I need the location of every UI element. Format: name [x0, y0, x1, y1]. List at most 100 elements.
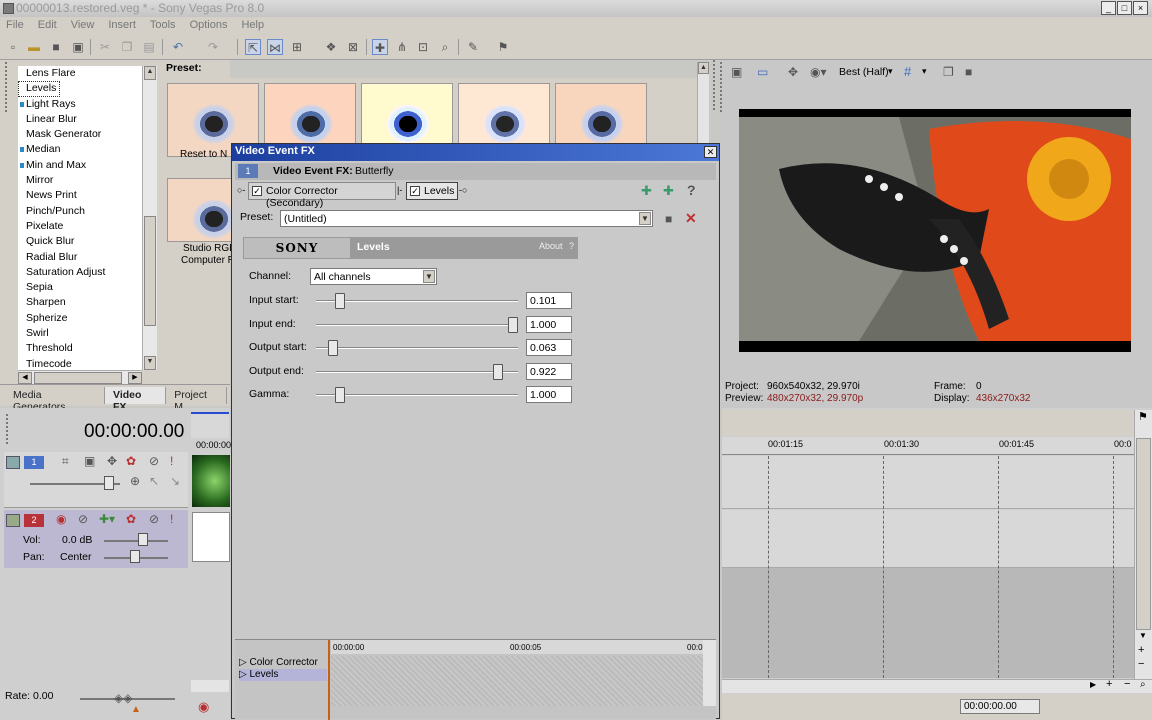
timeline-hscrollbar[interactable]: ▶ + − ⌕	[722, 678, 1152, 693]
maximize-button[interactable]: □	[1117, 1, 1132, 15]
expand-icon[interactable]: ▷	[239, 669, 249, 680]
preview-quality-dropdown[interactable]: Best (Half)	[839, 66, 889, 78]
list-item[interactable]: Min and Max	[18, 158, 142, 173]
list-item[interactable]: Mask Generator	[18, 127, 142, 142]
marker-bar[interactable]	[722, 410, 1134, 436]
preset-scrollbar[interactable]: ▲	[697, 62, 709, 146]
cut-icon[interactable]: ✂	[97, 39, 113, 55]
overlays-icon[interactable]: #	[904, 64, 911, 79]
slider-thumb[interactable]	[335, 387, 346, 403]
split-screen-icon[interactable]: ◉▾	[810, 65, 827, 79]
menu-help[interactable]: Help	[241, 19, 264, 35]
chevron-down-icon[interactable]: ▼	[639, 212, 651, 225]
param-value-field[interactable]: 0.101	[526, 292, 572, 309]
menu-tools[interactable]: Tools	[150, 19, 176, 35]
keyframe-row-label[interactable]: ▷ Levels	[239, 669, 327, 681]
scroll-down-icon[interactable]: ▼	[144, 356, 156, 370]
list-item[interactable]: Pixelate	[18, 219, 142, 234]
new-file-icon[interactable]: ▫	[5, 39, 21, 55]
list-item[interactable]: Timecode	[18, 357, 142, 370]
motion-icon[interactable]: ⌗	[62, 454, 69, 469]
checkbox-icon[interactable]: ✓	[252, 186, 262, 196]
chain-plugin-button[interactable]: ✓ Color Corrector (Secondary)	[248, 182, 396, 209]
menu-file[interactable]: File	[6, 19, 24, 35]
scroll-right-icon[interactable]: ▶	[128, 372, 142, 384]
invert-phase-icon[interactable]: ⊘	[78, 512, 88, 526]
fx-list-hscrollbar[interactable]: ◀ ▶	[18, 370, 142, 384]
about-link[interactable]: About	[539, 241, 563, 251]
video-track-lane[interactable]	[722, 456, 1134, 509]
timeline-ruler[interactable]: 00:01:15 00:01:30 00:01:45 00:0	[722, 437, 1134, 455]
minimize-button[interactable]: _	[1101, 1, 1116, 15]
param-value-field[interactable]: 0.063	[526, 339, 572, 356]
list-item[interactable]: Sepia	[18, 280, 142, 295]
list-item[interactable]: Light Rays	[18, 97, 142, 112]
render-icon[interactable]: ▣	[70, 39, 86, 55]
list-item[interactable]: Linear Blur	[18, 112, 142, 127]
copy-icon[interactable]: ❐	[119, 39, 135, 55]
remove-plugin-icon[interactable]: ✚	[663, 183, 674, 199]
preset-dropdown[interactable]: (Untitled)	[280, 210, 653, 227]
tab-project-media[interactable]: Project M	[166, 387, 227, 413]
menu-edit[interactable]: Edit	[38, 19, 57, 35]
track-fx-icon[interactable]: ✿	[126, 512, 136, 526]
scroll-up-icon[interactable]: ▲	[144, 66, 156, 80]
auto-crossfade-icon[interactable]: ⊠	[345, 39, 361, 55]
zoom-tool-icon[interactable]: ⌕	[1140, 679, 1146, 690]
rate-slider-icon[interactable]: ◈◈	[114, 691, 132, 705]
scroll-thumb[interactable]	[144, 216, 156, 326]
undo-icon[interactable]: ↶	[170, 39, 186, 55]
pan-slider-thumb[interactable]	[130, 550, 140, 563]
video-clip-thumbnail[interactable]	[192, 455, 230, 507]
zoom-in-icon[interactable]: +	[1106, 678, 1112, 690]
tab-media-generators[interactable]: Media Generators	[5, 387, 106, 413]
chevron-down-icon[interactable]: ▾	[922, 66, 927, 77]
timeline-hscroll[interactable]	[191, 680, 229, 692]
scroll-down-icon[interactable]: ▼	[1139, 631, 1147, 640]
move-icon[interactable]: ✥	[107, 454, 117, 468]
hscroll-thumb[interactable]	[34, 372, 122, 384]
list-item[interactable]: Median	[18, 142, 142, 157]
list-item[interactable]: Mirror	[18, 173, 142, 188]
track-fx-icon[interactable]: ✿	[126, 454, 136, 468]
selection-tool-icon[interactable]: ⊞	[289, 39, 305, 55]
slider-thumb[interactable]	[493, 363, 504, 380]
slider-track[interactable]	[316, 370, 518, 373]
video-fx-icon[interactable]: ✥	[788, 65, 798, 79]
save-snapshot-icon[interactable]: ■	[965, 65, 972, 79]
delete-preset-icon[interactable]: ✕	[685, 210, 697, 227]
chevron-down-icon[interactable]: ▾	[888, 66, 893, 77]
scroll-left-icon[interactable]: ◀	[18, 372, 32, 384]
video-track-header[interactable]: 1 ⌗ ▣ ✥ ✿ ⊘ ! ⊕ ↖ ↘	[4, 452, 188, 508]
lock-envelopes-icon[interactable]: ⊡	[415, 39, 431, 55]
zoom-tool-icon[interactable]: ⌕	[437, 39, 453, 55]
volume-slider-thumb[interactable]	[138, 533, 148, 546]
list-item[interactable]: Spherize	[18, 311, 142, 326]
project-properties-icon[interactable]: ▣	[731, 65, 742, 79]
tab-video-fx[interactable]: Video FX	[105, 387, 167, 413]
child-icon[interactable]: ↘	[170, 474, 180, 488]
record-icon[interactable]: ◉	[198, 699, 209, 715]
solo-icon[interactable]: !	[170, 512, 173, 526]
plugin-help-link[interactable]: ?	[569, 241, 574, 251]
channel-dropdown[interactable]: All channels	[310, 268, 437, 285]
close-button[interactable]: ×	[1133, 1, 1148, 15]
list-item[interactable]: Sharpen	[18, 295, 142, 310]
fx-list-scrollbar[interactable]: ▲ ▼	[142, 66, 157, 370]
param-value-field[interactable]: 0.922	[526, 362, 572, 380]
mute-icon[interactable]: ⊘	[149, 454, 159, 468]
list-item[interactable]: Lens Flare	[18, 66, 142, 81]
solo-icon[interactable]: !	[170, 454, 173, 468]
expand-icon[interactable]: ▷	[239, 657, 249, 668]
param-value-field[interactable]: 1.000	[526, 315, 572, 333]
menu-insert[interactable]: Insert	[108, 19, 136, 35]
properties-icon[interactable]: ✎	[465, 39, 481, 55]
save-icon[interactable]: ■	[48, 39, 64, 55]
slider-track[interactable]	[316, 347, 518, 349]
keyframe-vscrollbar[interactable]	[703, 640, 716, 706]
slider-track[interactable]	[316, 323, 518, 326]
scroll-thumb[interactable]	[1136, 438, 1151, 630]
help-icon[interactable]: ?	[687, 182, 696, 198]
audio-clip[interactable]	[192, 512, 230, 562]
keyframe-track-area[interactable]	[331, 656, 703, 706]
